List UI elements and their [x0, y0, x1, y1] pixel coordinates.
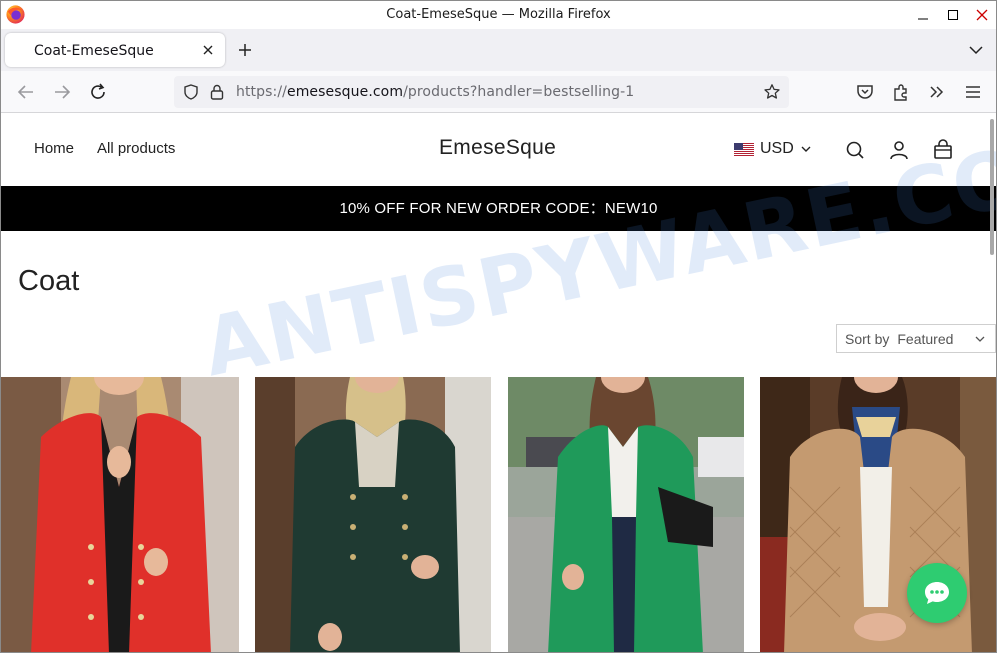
product-image-red-coat[interactable]: [1, 377, 239, 653]
search-icon[interactable]: [844, 139, 866, 161]
chevron-down-icon: [801, 146, 811, 152]
close-tab-icon[interactable]: [200, 42, 216, 58]
product-card-2[interactable]: [255, 377, 491, 653]
navigation-toolbar: https://emesesque.com/products?handler=b…: [1, 71, 996, 113]
site-logo[interactable]: EmeseSque: [439, 136, 556, 160]
tab-label: Coat-EmeseSque: [34, 43, 154, 59]
browser-window: Coat-EmeseSque — Mozilla Firefox Coat-Em…: [0, 0, 997, 653]
site-header: Home All products EmeseSque USD: [1, 113, 988, 185]
chevron-down-icon[interactable]: [968, 42, 984, 58]
window-title: Coat-EmeseSque — Mozilla Firefox: [386, 7, 611, 22]
nav-link-all-products[interactable]: All products: [97, 140, 175, 157]
chat-bubble-icon: [925, 582, 949, 604]
url-scheme: https://: [236, 84, 287, 100]
product-image-green-coat[interactable]: [508, 377, 744, 653]
url-path: /products?handler=bestselling-1: [403, 84, 635, 100]
collection-title: Coat: [18, 265, 80, 297]
shield-icon[interactable]: [182, 83, 200, 101]
pocket-icon[interactable]: [855, 82, 875, 102]
reload-icon[interactable]: [88, 82, 108, 102]
overflow-chevrons-icon[interactable]: [927, 82, 947, 102]
address-bar[interactable]: https://emesesque.com/products?handler=b…: [174, 76, 789, 108]
lock-icon[interactable]: [209, 83, 225, 101]
close-window-button[interactable]: [967, 3, 996, 27]
maximize-button[interactable]: [938, 3, 968, 27]
url-host: emesesque.com: [286, 84, 404, 100]
currency-code: USD: [760, 140, 794, 157]
sort-value: Featured: [897, 330, 954, 347]
web-page: Home All products EmeseSque USD 10% OFF: [1, 113, 996, 653]
sort-label: Sort by: [845, 330, 890, 347]
product-image-tan-jacket[interactable]: [760, 377, 996, 653]
new-tab-icon[interactable]: [235, 40, 255, 60]
page-scrollbar[interactable]: [988, 113, 996, 652]
tab-strip: Coat-EmeseSque: [1, 29, 996, 71]
nav-link-home[interactable]: Home: [34, 140, 74, 157]
hamburger-menu-icon[interactable]: [963, 82, 983, 102]
currency-selector[interactable]: USD: [734, 139, 812, 159]
scrollbar-thumb[interactable]: [990, 119, 994, 255]
title-bar: Coat-EmeseSque — Mozilla Firefox: [1, 1, 996, 29]
star-bookmark-icon[interactable]: [763, 83, 781, 101]
extensions-puzzle-icon[interactable]: [891, 82, 911, 102]
minimize-button[interactable]: [908, 3, 938, 27]
promo-banner[interactable]: 10% OFF FOR NEW ORDER CODE：NEW10: [1, 186, 996, 231]
maximize-icon: [948, 10, 958, 20]
close-icon: [976, 9, 988, 21]
product-card-4[interactable]: [760, 377, 996, 653]
us-flag-icon: [734, 142, 754, 156]
tab-coat-emesesque[interactable]: Coat-EmeseSque: [5, 33, 225, 67]
product-card-3[interactable]: [508, 377, 744, 653]
cart-bag-icon[interactable]: [932, 139, 954, 161]
product-card-1[interactable]: [1, 377, 239, 653]
url-text[interactable]: https://emesesque.com/products?handler=b…: [236, 84, 634, 100]
product-image-dark-green-coat[interactable]: [255, 377, 491, 653]
product-grid: [1, 377, 996, 653]
chevron-down-icon: [975, 336, 985, 342]
sort-dropdown[interactable]: Sort by Featured: [836, 324, 996, 353]
chat-widget-button[interactable]: [907, 563, 967, 623]
account-icon[interactable]: [888, 139, 910, 161]
forward-arrow-icon[interactable]: [52, 82, 72, 102]
minimize-icon: [918, 18, 928, 20]
back-arrow-icon[interactable]: [16, 82, 36, 102]
